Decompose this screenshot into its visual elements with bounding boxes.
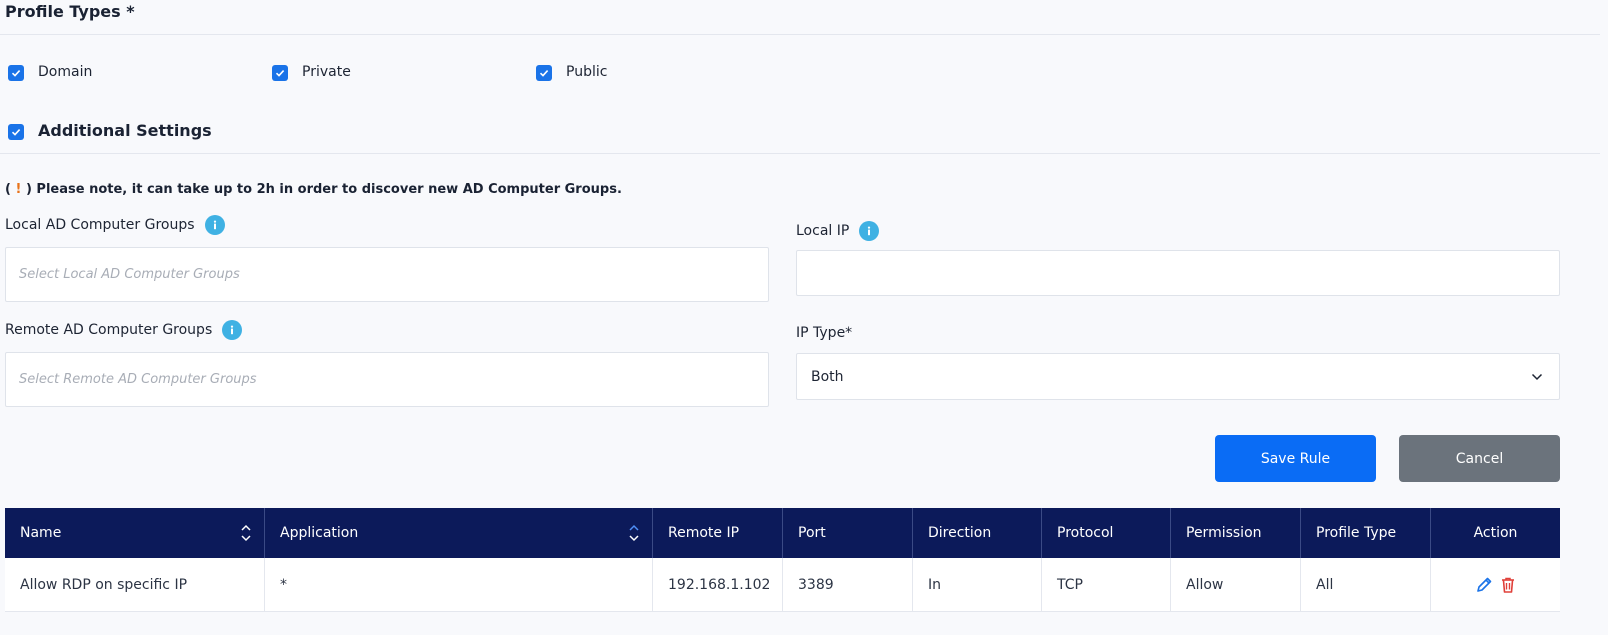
remote-ad-groups-label: Remote AD Computer Groups — [5, 322, 213, 338]
check-icon — [11, 129, 21, 136]
profile-types-title: Profile Types * — [5, 2, 135, 21]
info-icon[interactable] — [204, 215, 225, 235]
remote-ad-groups-label-row: Remote AD Computer Groups — [5, 320, 243, 340]
local-ad-groups-select[interactable]: Select Local AD Computer Groups — [5, 247, 769, 302]
col-header-port: Port — [783, 508, 913, 558]
ad-discovery-note: ( ! ) Please note, it can take up to 2h … — [5, 182, 622, 197]
ip-type-value: Both — [811, 368, 844, 385]
cell-direction: In — [913, 558, 1042, 611]
remote-ad-groups-select[interactable]: Select Remote AD Computer Groups — [5, 352, 769, 407]
info-icon[interactable] — [859, 221, 880, 241]
cell-name: Allow RDP on specific IP — [5, 558, 265, 611]
rules-table: Name Application Remote IP Port Directio… — [5, 508, 1560, 612]
local-ip-label-row: Local IP — [796, 221, 880, 241]
table-row[interactable]: Allow RDP on specific IP * 192.168.1.102… — [5, 558, 1560, 612]
local-ip-input[interactable] — [796, 250, 1560, 296]
col-header-name[interactable]: Name — [5, 508, 265, 558]
check-icon — [539, 70, 549, 77]
divider — [0, 153, 1600, 154]
cell-permission: Allow — [1171, 558, 1301, 611]
remote-ad-groups-placeholder: Select Remote AD Computer Groups — [19, 372, 257, 387]
cell-protocol: TCP — [1042, 558, 1171, 611]
cancel-button[interactable]: Cancel — [1399, 435, 1560, 482]
cell-port: 3389 — [783, 558, 913, 611]
private-label: Private — [302, 64, 351, 80]
col-header-label: Application — [280, 525, 359, 541]
note-open: ( — [5, 182, 11, 197]
delete-icon[interactable] — [1498, 575, 1518, 595]
sort-icon[interactable] — [240, 524, 252, 542]
local-ad-groups-placeholder: Select Local AD Computer Groups — [19, 267, 240, 282]
col-header-remote-ip: Remote IP — [653, 508, 783, 558]
note-text: ) Please note, it can take up to 2h in o… — [25, 182, 622, 197]
col-header-protocol: Protocol — [1042, 508, 1171, 558]
cell-remote-ip: 192.168.1.102 — [653, 558, 783, 611]
col-header-permission: Permission — [1171, 508, 1301, 558]
edit-icon[interactable] — [1474, 575, 1494, 595]
divider — [0, 34, 1600, 35]
info-icon[interactable] — [222, 320, 243, 340]
table-header: Name Application Remote IP Port Directio… — [5, 508, 1560, 558]
cell-profile-type: All — [1301, 558, 1431, 611]
col-header-label: Name — [20, 525, 62, 541]
cell-action — [1431, 558, 1560, 611]
sort-icon[interactable] — [628, 524, 640, 542]
private-checkbox[interactable] — [272, 65, 288, 81]
domain-checkbox[interactable] — [8, 65, 24, 81]
local-ad-groups-label: Local AD Computer Groups — [5, 217, 195, 233]
additional-settings-title: Additional Settings — [38, 121, 212, 140]
cell-application: * — [265, 558, 653, 611]
check-icon — [275, 70, 285, 77]
save-rule-button[interactable]: Save Rule — [1215, 435, 1376, 482]
chevron-down-icon — [1531, 373, 1543, 380]
public-checkbox[interactable] — [536, 65, 552, 81]
col-header-application[interactable]: Application — [265, 508, 653, 558]
ip-type-select[interactable]: Both — [796, 353, 1560, 400]
public-label: Public — [566, 64, 608, 80]
local-ip-label: Local IP — [796, 223, 850, 239]
warning-mark: ! — [15, 182, 22, 197]
col-header-direction: Direction — [913, 508, 1042, 558]
col-header-action: Action — [1473, 525, 1518, 541]
col-header-profile-type: Profile Type — [1301, 508, 1431, 558]
domain-label: Domain — [38, 64, 93, 80]
additional-settings-checkbox[interactable] — [8, 124, 24, 140]
check-icon — [11, 70, 21, 77]
ip-type-label: IP Type* — [796, 325, 853, 341]
local-ad-groups-label-row: Local AD Computer Groups — [5, 215, 225, 235]
